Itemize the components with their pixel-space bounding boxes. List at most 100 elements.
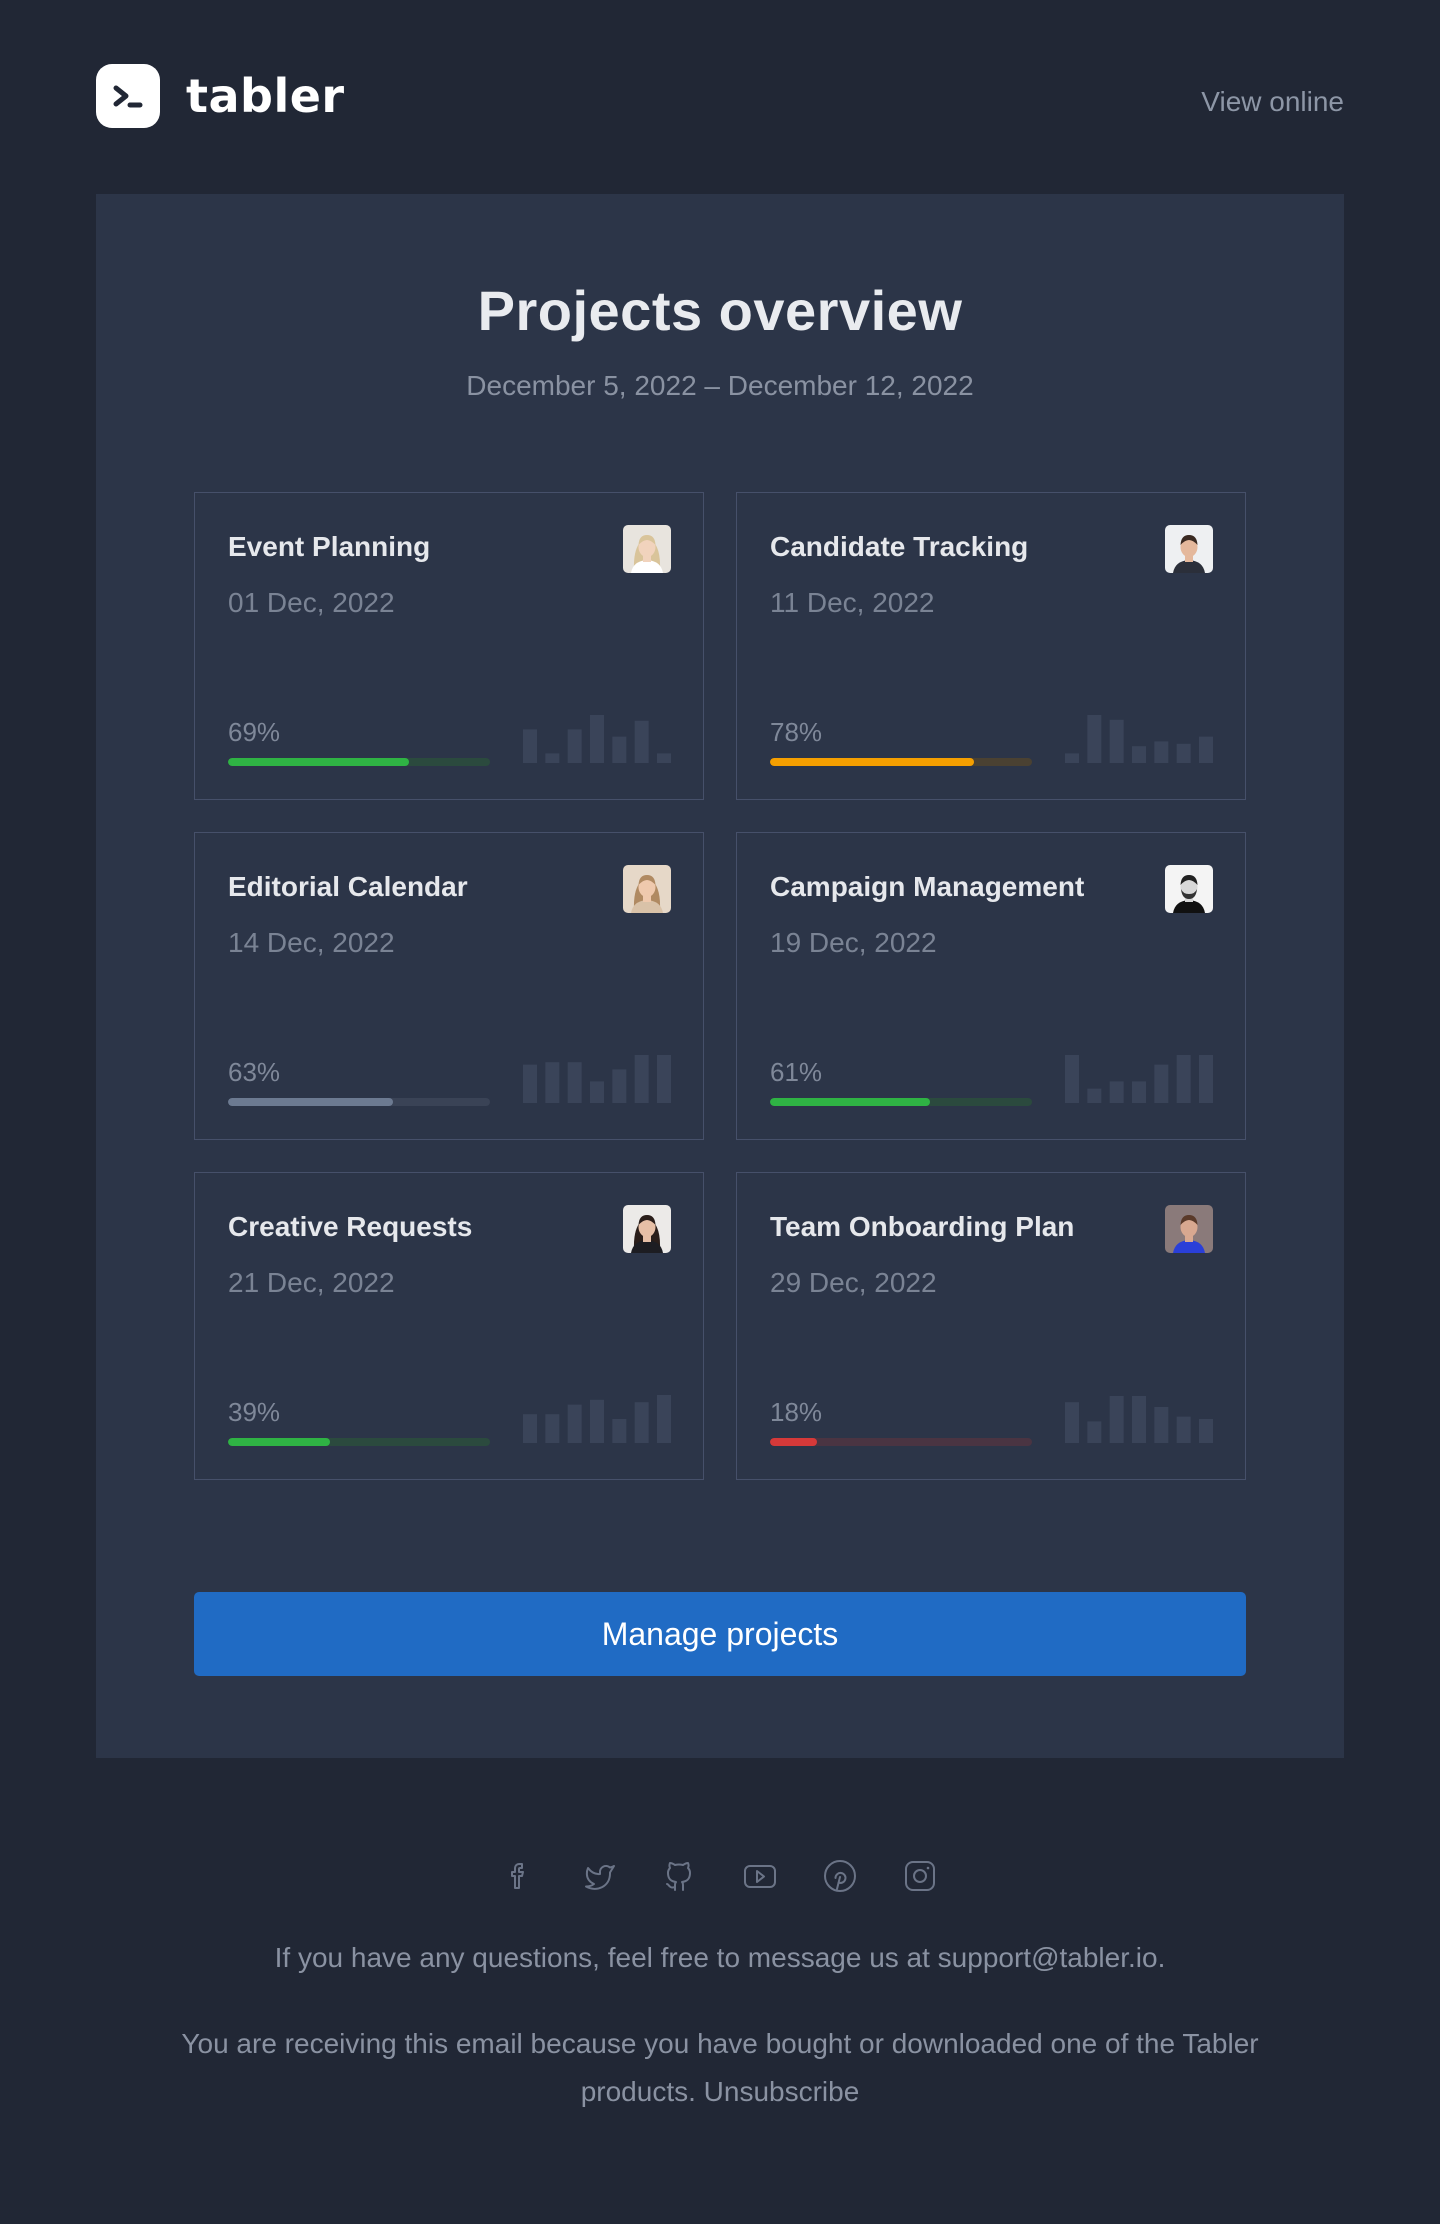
sparkline-bar xyxy=(545,1414,560,1443)
sparkline-bar xyxy=(1154,741,1169,763)
activity-sparkline xyxy=(523,1395,671,1443)
avatar xyxy=(1165,525,1213,573)
sparkline-bar xyxy=(634,1055,649,1103)
sparkline-bar xyxy=(523,729,537,763)
project-name: Candidate Tracking xyxy=(770,531,1029,562)
progress-fill xyxy=(770,758,975,766)
sparkline-bar xyxy=(634,1402,649,1443)
progress-fill xyxy=(228,1098,394,1106)
sparkline-bar xyxy=(1132,1395,1146,1443)
instagram-icon[interactable] xyxy=(900,1856,940,1896)
progress-bar xyxy=(228,1098,490,1106)
sparkline-bar xyxy=(612,736,627,763)
manage-projects-button[interactable]: Manage projects xyxy=(194,1592,1246,1676)
sparkline-bar xyxy=(1176,743,1191,763)
sparkline-bar xyxy=(1176,1055,1191,1103)
sparkline-bar xyxy=(567,1404,582,1443)
avatar xyxy=(623,1205,671,1253)
progress-fill xyxy=(770,1098,930,1106)
support-message: If you have any questions, feel free to … xyxy=(274,1942,1166,1973)
sparkline-bar xyxy=(590,715,604,763)
avatar xyxy=(623,865,671,913)
facebook-icon[interactable] xyxy=(500,1856,540,1896)
sparkline-bar xyxy=(1065,753,1079,763)
sparkline-bar xyxy=(657,1395,671,1443)
progress-fill xyxy=(228,1438,331,1446)
sparkline-bar xyxy=(1199,736,1213,763)
project-name: Team Onboarding Plan xyxy=(770,1211,1075,1242)
progress-bar xyxy=(228,758,490,766)
sparkline-bar xyxy=(612,1419,627,1443)
progress-bar xyxy=(770,1438,1032,1446)
project-card[interactable]: Creative Requests 21 Dec, 2022 39% xyxy=(194,1172,704,1480)
activity-sparkline xyxy=(523,715,671,763)
legal-notice: You are receiving this email because you… xyxy=(130,2020,1310,2116)
project-date: 01 Dec, 2022 xyxy=(228,587,395,618)
terminal-icon xyxy=(96,64,160,128)
view-online-link[interactable]: View online xyxy=(1201,86,1344,118)
project-name: Editorial Calendar xyxy=(228,871,468,902)
progress-percent: 78% xyxy=(770,717,823,747)
sparkline-bar xyxy=(1065,1402,1079,1443)
sparkline-bar xyxy=(1132,746,1146,763)
sparkline-bar xyxy=(567,1062,582,1103)
sparkline-bar xyxy=(657,1055,671,1103)
sparkline-bar xyxy=(1154,1064,1169,1103)
social-links xyxy=(0,1856,1440,1896)
sparkline-bar xyxy=(1176,1416,1191,1443)
avatar xyxy=(1165,1205,1213,1253)
project-card[interactable]: Candidate Tracking 11 Dec, 2022 78% xyxy=(736,492,1246,800)
projects-panel: Projects overview December 5, 2022 – Dec… xyxy=(96,194,1344,1758)
project-date: 19 Dec, 2022 xyxy=(770,927,937,958)
date-range: December 5, 2022 – December 12, 2022 xyxy=(466,370,974,401)
project-date: 11 Dec, 2022 xyxy=(770,587,935,618)
sparkline-bar xyxy=(1109,1081,1124,1103)
progress-percent: 63% xyxy=(228,1057,281,1087)
progress-percent: 39% xyxy=(228,1397,281,1427)
project-name: Event Planning xyxy=(228,531,431,562)
email-header: tabler View online xyxy=(96,64,1344,134)
sparkline-bar xyxy=(1087,1088,1102,1103)
twitter-icon[interactable] xyxy=(580,1856,620,1896)
progress-bar xyxy=(770,1098,1032,1106)
project-card[interactable]: Team Onboarding Plan 29 Dec, 2022 18% xyxy=(736,1172,1246,1480)
progress-bar xyxy=(228,1438,490,1446)
unsubscribe-link[interactable]: Unsubscribe xyxy=(704,2076,860,2107)
project-date: 29 Dec, 2022 xyxy=(770,1267,937,1298)
sparkline-bar xyxy=(1087,715,1102,763)
project-date: 21 Dec, 2022 xyxy=(228,1267,395,1298)
pinterest-icon[interactable] xyxy=(820,1856,860,1896)
sparkline-bar xyxy=(1109,1395,1124,1443)
sparkline-bar xyxy=(1065,1055,1079,1103)
sparkline-bar xyxy=(567,729,582,763)
sparkline-bar xyxy=(1087,1421,1102,1443)
sparkline-bar xyxy=(612,1069,627,1103)
brand-name: tabler xyxy=(186,69,345,123)
progress-bar xyxy=(770,758,1032,766)
sparkline-bar xyxy=(545,1062,560,1103)
sparkline-bar xyxy=(657,753,671,763)
page-title: Projects overview xyxy=(477,279,963,342)
activity-sparkline xyxy=(1065,1395,1213,1443)
avatar xyxy=(623,525,671,573)
sparkline-bar xyxy=(1132,1081,1146,1103)
sparkline-bar xyxy=(590,1399,604,1443)
project-name: Campaign Management xyxy=(770,871,1085,902)
youtube-icon[interactable] xyxy=(740,1856,780,1896)
avatar xyxy=(1165,865,1213,913)
progress-fill xyxy=(228,758,409,766)
project-card[interactable]: Event Planning 01 Dec, 2022 69% xyxy=(194,492,704,800)
project-name: Creative Requests xyxy=(228,1211,473,1242)
projects-grid: Event Planning 01 Dec, 2022 69% Candidate T… xyxy=(194,492,1246,1480)
project-card[interactable]: Campaign Management 19 Dec, 2022 61% xyxy=(736,832,1246,1140)
sparkline-bar xyxy=(523,1414,537,1443)
progress-fill xyxy=(770,1438,818,1446)
github-icon[interactable] xyxy=(660,1856,700,1896)
sparkline-bar xyxy=(1109,719,1124,763)
tabler-logo[interactable]: tabler xyxy=(96,64,345,128)
activity-sparkline xyxy=(1065,715,1213,763)
project-card[interactable]: Editorial Calendar 14 Dec, 2022 63% xyxy=(194,832,704,1140)
progress-percent: 18% xyxy=(770,1397,823,1427)
sparkline-bar xyxy=(1199,1419,1213,1443)
progress-percent: 61% xyxy=(770,1057,823,1087)
